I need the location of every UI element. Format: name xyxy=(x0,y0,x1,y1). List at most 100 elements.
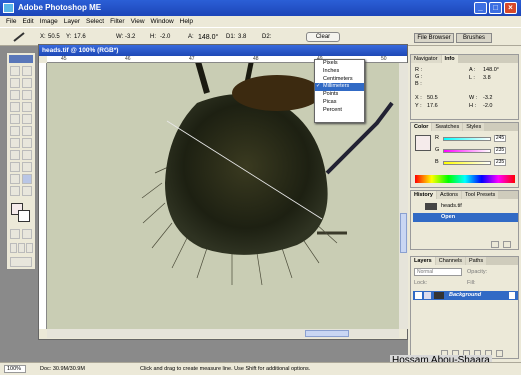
brushes-tab[interactable]: Brushes xyxy=(456,33,492,43)
screen-mode-full-menu-icon[interactable] xyxy=(18,243,25,253)
status-hint: Click and drag to create measure line. U… xyxy=(140,366,311,372)
info-b-label: B : xyxy=(415,81,422,87)
unit-pixels[interactable]: Pixels xyxy=(315,60,364,68)
h-value: -2.0 xyxy=(160,34,171,40)
maximize-button[interactable]: □ xyxy=(489,2,502,14)
menu-view[interactable]: View xyxy=(131,18,145,25)
crop-tool-icon[interactable] xyxy=(10,90,20,100)
layer-background[interactable]: Background xyxy=(413,291,518,300)
tab-info[interactable]: Info xyxy=(441,55,458,63)
ruler-mark: 46 xyxy=(125,56,131,62)
history-brush-tool-icon[interactable] xyxy=(22,114,32,124)
notes-tool-icon[interactable] xyxy=(10,174,20,184)
marquee-tool-icon[interactable] xyxy=(10,66,20,76)
info-l-label: L : xyxy=(469,75,475,81)
eye-icon[interactable] xyxy=(415,292,422,299)
unit-millimeters[interactable]: ✓ Millimeters xyxy=(315,83,364,92)
tab-channels[interactable]: Channels xyxy=(435,257,465,265)
x-value: 50.5 xyxy=(48,34,60,40)
unit-centimeters[interactable]: Centimeters xyxy=(315,76,364,84)
vertical-scrollbar[interactable] xyxy=(399,63,408,329)
zoom-tool-icon[interactable] xyxy=(22,186,32,196)
history-panel: History Actions Tool Presets heads.tif O… xyxy=(410,190,519,250)
menu-layer[interactable]: Layer xyxy=(64,18,80,25)
lock-label: Lock: xyxy=(414,280,428,286)
menu-help[interactable]: Help xyxy=(180,18,193,25)
standard-mode-icon[interactable] xyxy=(10,229,20,239)
move-tool-icon[interactable] xyxy=(22,66,32,76)
tab-history[interactable]: History xyxy=(411,191,436,199)
jump-to-imageready-icon[interactable] xyxy=(10,257,32,267)
minimize-button[interactable]: _ xyxy=(474,2,487,14)
blue-value[interactable]: 235 xyxy=(494,159,506,166)
zoom-field[interactable]: 100% xyxy=(4,365,26,373)
menu-select[interactable]: Select xyxy=(86,18,104,25)
tab-color[interactable]: Color xyxy=(411,123,432,131)
unit-points[interactable]: Points xyxy=(315,91,364,99)
hand-tool-icon[interactable] xyxy=(10,186,20,196)
red-value[interactable]: 245 xyxy=(494,135,506,142)
clone-stamp-tool-icon[interactable] xyxy=(10,114,20,124)
slice-tool-icon[interactable] xyxy=(22,90,32,100)
blur-tool-icon[interactable] xyxy=(10,138,20,148)
tab-layers[interactable]: Layers xyxy=(411,257,435,265)
horizontal-scrollbar[interactable] xyxy=(47,329,399,338)
magic-wand-tool-icon[interactable] xyxy=(22,78,32,88)
y-value: 17.6 xyxy=(74,34,86,40)
tab-swatches[interactable]: Swatches xyxy=(432,123,463,131)
doc-size: Doc: 30.9M/30.9M xyxy=(40,366,85,372)
tab-navigator[interactable]: Navigator xyxy=(411,55,441,63)
background-color-swatch[interactable] xyxy=(18,210,30,222)
unit-inches[interactable]: Inches xyxy=(315,68,364,76)
color-r-label: R xyxy=(435,135,439,141)
toolbox-header xyxy=(9,55,33,63)
tab-styles[interactable]: Styles xyxy=(463,123,485,131)
clear-button[interactable]: Clear xyxy=(306,32,340,42)
dodge-tool-icon[interactable] xyxy=(22,138,32,148)
new-snapshot-icon[interactable] xyxy=(491,241,499,248)
gradient-tool-icon[interactable] xyxy=(22,126,32,136)
tab-actions[interactable]: Actions xyxy=(436,191,461,199)
lasso-tool-icon[interactable] xyxy=(10,78,20,88)
red-slider[interactable] xyxy=(443,137,491,141)
color-foreground-box[interactable] xyxy=(415,135,431,151)
info-r-label: R : xyxy=(415,67,423,73)
a-label: A: xyxy=(188,34,194,40)
screen-mode-full-icon[interactable] xyxy=(26,243,33,253)
tab-tool-presets[interactable]: Tool Presets xyxy=(462,191,499,199)
tab-paths[interactable]: Paths xyxy=(466,257,487,265)
quick-mask-mode-icon[interactable] xyxy=(22,229,32,239)
close-button[interactable]: × xyxy=(504,2,517,14)
blue-slider[interactable] xyxy=(443,161,491,165)
eraser-tool-icon[interactable] xyxy=(10,126,20,136)
color-b-label: B xyxy=(435,159,439,165)
color-ramp[interactable] xyxy=(415,175,515,183)
measure-tool-active-icon[interactable] xyxy=(22,174,32,184)
trash-icon[interactable] xyxy=(503,241,511,248)
menu-file[interactable]: File xyxy=(6,18,16,25)
green-value[interactable]: 235 xyxy=(494,147,506,154)
menu-edit[interactable]: Edit xyxy=(22,18,33,25)
delete-layer-icon[interactable] xyxy=(496,350,503,357)
horizontal-scroll-thumb[interactable] xyxy=(305,330,349,337)
color-panel: Color Swatches Styles R 245 G 235 B 235 xyxy=(410,122,519,188)
unit-percent[interactable]: Percent xyxy=(315,107,364,115)
vertical-scroll-thumb[interactable] xyxy=(400,213,407,253)
type-tool-icon[interactable] xyxy=(22,150,32,160)
healing-brush-tool-icon[interactable] xyxy=(10,102,20,112)
shape-tool-icon[interactable] xyxy=(22,162,32,172)
unit-picas[interactable]: Picas xyxy=(315,99,364,107)
blend-mode-select[interactable]: Normal xyxy=(414,268,462,276)
menu-filter[interactable]: Filter xyxy=(110,18,124,25)
screen-mode-standard-icon[interactable] xyxy=(10,243,17,253)
brush-tool-icon[interactable] xyxy=(22,102,32,112)
history-snapshot[interactable]: heads.tif xyxy=(413,202,518,211)
menu-image[interactable]: Image xyxy=(40,18,58,25)
file-browser-tab[interactable]: File Browser xyxy=(414,33,454,43)
history-state-open[interactable]: Open xyxy=(413,213,518,222)
pen-tool-icon[interactable] xyxy=(10,162,20,172)
green-slider[interactable] xyxy=(443,149,491,153)
menu-window[interactable]: Window xyxy=(151,18,174,25)
measure-tool-icon[interactable] xyxy=(12,31,26,43)
path-selection-tool-icon[interactable] xyxy=(10,150,20,160)
